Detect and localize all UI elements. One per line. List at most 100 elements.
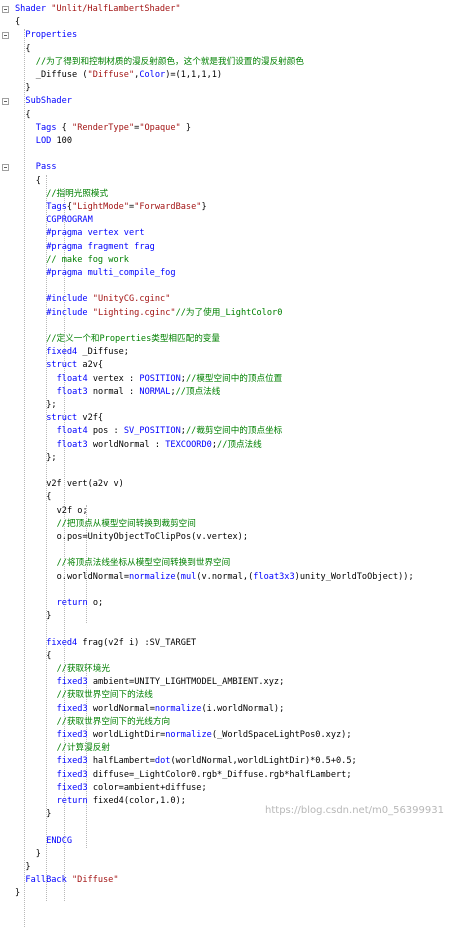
code-token-comment: //为了得到和控制材质的漫反射颜色，这个就是我们设置的漫反射颜色 bbox=[35, 56, 304, 67]
code-token-keyword: struct bbox=[46, 360, 78, 371]
code-token-string: "UnityCG.cginc" bbox=[92, 294, 171, 305]
code-token-plain: _Diffuse ( bbox=[35, 70, 88, 80]
code-token-type: float4 bbox=[56, 373, 88, 384]
code-token-semantic: SV_POSITION bbox=[123, 426, 181, 437]
code-token-directive: #include bbox=[46, 307, 93, 318]
code-line: //计算漫反射 bbox=[15, 742, 452, 755]
code-line: float4 pos : SV_POSITION;//裁剪空间中的顶点坐标 bbox=[15, 425, 452, 438]
code-line: #include "Lighting.cginc"//为了使用_LightCol… bbox=[15, 307, 452, 320]
code-token-func: dot bbox=[154, 756, 171, 767]
fold-toggle-icon[interactable] bbox=[2, 164, 9, 172]
code-token-comment: //为了使用_LightColor0 bbox=[175, 307, 283, 318]
code-line: { bbox=[15, 491, 452, 504]
code-token-string: "Diffuse" bbox=[87, 70, 135, 80]
watermark: https://blog.csdn.net/m0_56399931 bbox=[265, 805, 444, 816]
code-token-plain: worldNormal : bbox=[87, 439, 166, 450]
code-line: //指明光照模式 bbox=[15, 188, 452, 201]
code-line: _Diffuse ("Diffuse",Color)=(1,1,1,1) bbox=[15, 69, 452, 82]
code-line: SubShader bbox=[15, 95, 452, 108]
code-line: //为了得到和控制材质的漫反射颜色，这个就是我们设置的漫反射颜色 bbox=[15, 56, 452, 69]
code-token-directive: #pragma fragment frag bbox=[46, 241, 155, 252]
code-token-plain: halfLambert= bbox=[87, 756, 155, 767]
code-line: #pragma vertex vert bbox=[15, 227, 452, 240]
code-line: fixed3 halfLambert=dot(worldNormal,world… bbox=[15, 755, 452, 768]
code-token-semantic: TEXCOORD0 bbox=[165, 439, 212, 450]
code-line: #pragma multi_compile_fog bbox=[15, 267, 452, 280]
code-token-plain: o.worldNormal= bbox=[56, 571, 130, 582]
code-token-comment: //指明光照模式 bbox=[46, 188, 109, 199]
fold-toggle-icon[interactable] bbox=[2, 98, 9, 106]
code-line: o.pos=UnityObjectToClipPos(v.vertex); bbox=[15, 531, 452, 544]
code-token-plain: _Diffuse; bbox=[77, 347, 129, 358]
fold-toggle-icon[interactable] bbox=[2, 32, 9, 40]
code-token-plain: worldLightDir= bbox=[87, 730, 166, 740]
code-token-plain: )=(1,1,1,1) bbox=[165, 70, 223, 80]
code-token-plain: frag(v2f i) :SV_TARGET bbox=[77, 637, 197, 648]
code-line: }; bbox=[15, 399, 452, 412]
code-token-string: "LightMode" bbox=[72, 202, 129, 212]
code-token-keyword: Tags bbox=[35, 122, 57, 133]
code-token-comment: //模型空间中的顶点位置 bbox=[185, 373, 283, 384]
code-editor[interactable]: Shader "Unlit/HalfLambertShader"{Propert… bbox=[0, 0, 452, 927]
code-token-plain: { bbox=[46, 492, 52, 503]
code-line: { bbox=[15, 650, 452, 663]
code-token-type: fixed3 bbox=[56, 756, 88, 767]
code-line: return o; bbox=[15, 597, 452, 610]
code-token-string: "Unlit/HalfLambertShader" bbox=[51, 4, 181, 14]
code-line: fixed3 ambient=UNITY_LIGHTMODEL_AMBIENT.… bbox=[15, 676, 452, 689]
code-token-comment: //获取环境光 bbox=[56, 664, 110, 674]
code-token-semantic: NORMAL bbox=[139, 386, 171, 397]
fold-toggle-icon[interactable] bbox=[2, 6, 9, 13]
code-token-type: float3 bbox=[56, 386, 88, 397]
code-token-type: fixed4 bbox=[46, 347, 78, 358]
code-token-plain: )unity_WorldToObject)); bbox=[294, 571, 414, 582]
code-token-func: normalize bbox=[165, 730, 212, 740]
code-token-comment: //获取世界空间下的光线方向 bbox=[56, 716, 171, 727]
code-token-comment: //定义一个和Properties类型相匹配的变量 bbox=[46, 334, 220, 344]
code-line: fixed3 diffuse=_LightColor0.rgb*_Diffuse… bbox=[15, 769, 452, 782]
code-line: fixed4 _Diffuse; bbox=[15, 346, 452, 359]
code-token-func: normalize bbox=[129, 571, 176, 582]
code-token-comment: // make fog work bbox=[46, 254, 129, 265]
code-line: ENDCG bbox=[15, 835, 452, 848]
code-token-keyword: return bbox=[56, 796, 88, 806]
code-token-plain: } bbox=[46, 809, 52, 820]
code-token-plain: a2v{ bbox=[77, 360, 104, 371]
code-line: v2f o; bbox=[15, 505, 452, 518]
code-token-plain: o; bbox=[87, 598, 104, 608]
code-token-plain: { bbox=[35, 175, 41, 186]
code-line: } bbox=[15, 848, 452, 861]
code-line: // make fog work bbox=[15, 254, 452, 267]
code-token-keyword: Color bbox=[139, 70, 166, 80]
code-token-plain: }; bbox=[46, 400, 57, 410]
code-line: #include "UnityCG.cginc" bbox=[15, 293, 452, 306]
code-token-type: fixed3 bbox=[56, 769, 88, 780]
code-line: float3 worldNormal : TEXCOORD0;//顶点法线 bbox=[15, 439, 452, 452]
code-line: } bbox=[15, 610, 452, 623]
code-line: float3 normal : NORMAL;//顶点法线 bbox=[15, 386, 452, 399]
code-line: } bbox=[15, 861, 452, 874]
code-token-semantic: POSITION bbox=[139, 373, 181, 384]
code-line: Tags{"LightMode"="ForwardBase"} bbox=[15, 201, 452, 214]
code-token-plain: { bbox=[56, 122, 73, 133]
code-token-keyword: Pass bbox=[35, 162, 57, 173]
code-token-type: fixed3 bbox=[56, 703, 88, 714]
code-token-plain: } bbox=[15, 888, 21, 899]
code-token-plain: (_WorldSpaceLightPos0.xyz); bbox=[211, 730, 352, 740]
code-line: //将顶点法线坐标从模型空间转换到世界空间 bbox=[15, 557, 452, 570]
code-line: LOD 100 bbox=[15, 135, 452, 148]
code-token-comment: //顶点法线 bbox=[175, 386, 221, 397]
code-token-plain: } bbox=[201, 202, 207, 212]
code-token-type: fixed3 bbox=[56, 677, 88, 688]
code-token-keyword: return bbox=[56, 598, 88, 608]
code-token-plain: vertex : bbox=[87, 373, 140, 384]
code-line: o.worldNormal=normalize(mul(v.normal,(fl… bbox=[15, 571, 452, 584]
code-line: Tags { "RenderType"="Opaque" } bbox=[15, 122, 452, 135]
code-line: { bbox=[15, 175, 452, 188]
code-line: #pragma fragment frag bbox=[15, 241, 452, 254]
